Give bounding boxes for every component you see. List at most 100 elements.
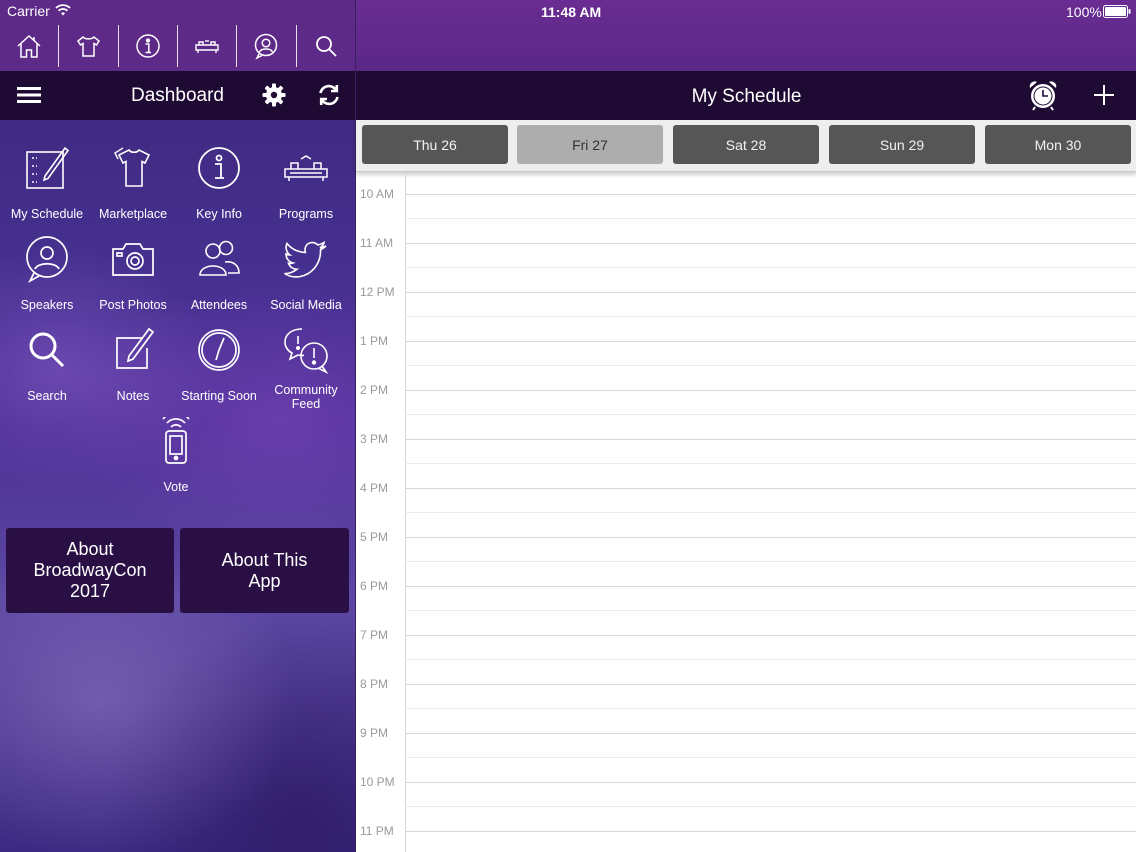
tile-label: Search bbox=[27, 389, 67, 403]
hour-label: 2 PM bbox=[360, 383, 389, 397]
day-tab-thu-26[interactable]: Thu 26 bbox=[362, 125, 508, 164]
hour-line bbox=[405, 194, 1136, 195]
half-hour-line bbox=[405, 610, 1136, 611]
notes-icon bbox=[116, 327, 155, 369]
hour-label: 12 PM bbox=[360, 285, 395, 299]
status-time: 11:48 AM bbox=[541, 4, 602, 20]
schedule-icon bbox=[26, 146, 70, 189]
hour-line bbox=[405, 439, 1136, 440]
tile-attendees[interactable]: Attendees bbox=[174, 235, 264, 325]
nav-marketplace[interactable] bbox=[59, 25, 119, 67]
tile-label: Attendees bbox=[190, 298, 248, 312]
day-tab-sun-29[interactable]: Sun 29 bbox=[829, 125, 975, 164]
gear-icon[interactable] bbox=[261, 82, 287, 108]
tile-social-media[interactable]: Social Media bbox=[261, 235, 351, 325]
nav-home[interactable] bbox=[0, 25, 60, 67]
tile-my-schedule[interactable]: My Schedule bbox=[2, 144, 92, 234]
camera-icon bbox=[112, 243, 154, 276]
hour-label: 8 PM bbox=[360, 677, 389, 691]
about-app-button[interactable]: About This App bbox=[180, 528, 349, 613]
hour-label: 6 PM bbox=[360, 579, 389, 593]
tile-notes[interactable]: Notes bbox=[88, 326, 178, 416]
tile-starting-soon[interactable]: Starting Soon bbox=[174, 326, 264, 416]
tile-label: Notes bbox=[116, 389, 150, 403]
tile-marketplace[interactable]: Marketplace bbox=[88, 144, 178, 234]
tile-vote[interactable]: Vote bbox=[131, 417, 221, 507]
attendees-icon bbox=[199, 240, 240, 276]
hour-label: 9 PM bbox=[360, 726, 389, 740]
hour-label: 10 PM bbox=[360, 775, 395, 789]
search-icon bbox=[315, 36, 337, 57]
hour-line bbox=[405, 537, 1136, 538]
programs-icon bbox=[284, 155, 328, 181]
half-hour-line bbox=[405, 170, 1136, 171]
battery-percentage: 100% bbox=[1066, 4, 1102, 20]
tile-key-info[interactable]: Key Info bbox=[174, 144, 264, 234]
hour-label: 1 PM bbox=[360, 334, 389, 348]
hour-line bbox=[405, 733, 1136, 734]
dashboard-header: Dashboard bbox=[0, 71, 355, 120]
hour-label: 10 AM bbox=[360, 187, 395, 201]
half-hour-line bbox=[405, 757, 1136, 758]
add-icon[interactable] bbox=[1092, 83, 1116, 107]
half-hour-line bbox=[405, 414, 1136, 415]
tile-programs[interactable]: Programs bbox=[261, 144, 351, 234]
dashboard-panel: Carrier Dashboard My Schedule Marketplac… bbox=[0, 0, 355, 852]
day-label: Fri 27 bbox=[572, 136, 608, 153]
half-hour-line bbox=[405, 365, 1136, 366]
vote-icon bbox=[162, 417, 190, 464]
tile-speakers[interactable]: Speakers bbox=[2, 235, 92, 325]
day-tab-fri-27[interactable]: Fri 27 bbox=[517, 125, 663, 164]
nav-search[interactable] bbox=[297, 25, 355, 67]
speaker-icon bbox=[26, 236, 68, 283]
hour-line bbox=[405, 831, 1136, 832]
info-icon bbox=[198, 147, 240, 189]
day-tab-mon-30[interactable]: Mon 30 bbox=[985, 125, 1131, 164]
half-hour-line bbox=[405, 659, 1136, 660]
hour-line bbox=[405, 390, 1136, 391]
hour-line bbox=[405, 586, 1136, 587]
day-label: Mon 30 bbox=[1034, 136, 1082, 153]
dashboard-title: Dashboard bbox=[131, 85, 224, 106]
hour-label: 11 AM bbox=[360, 236, 394, 250]
half-hour-line bbox=[405, 463, 1136, 464]
wifi-icon bbox=[55, 4, 71, 16]
half-hour-line bbox=[405, 267, 1136, 268]
alarm-clock-icon[interactable] bbox=[1027, 79, 1059, 111]
status-bar-left: Carrier bbox=[0, 0, 355, 22]
half-hour-line bbox=[405, 512, 1136, 513]
tshirt-icon bbox=[113, 147, 151, 187]
hour-line bbox=[405, 684, 1136, 685]
tile-post-photos[interactable]: Post Photos bbox=[88, 235, 178, 325]
about-broadwaycon-label: About BroadwayCon 2017 bbox=[33, 539, 147, 601]
half-hour-line bbox=[405, 708, 1136, 709]
refresh-icon[interactable] bbox=[316, 82, 342, 108]
hour-line bbox=[405, 341, 1136, 342]
about-broadwaycon-button[interactable]: About BroadwayCon 2017 bbox=[6, 528, 174, 613]
tile-search[interactable]: Search bbox=[2, 326, 92, 416]
schedule-grid[interactable]: 10 AM 11 AM 12 PM 1 PM 2 PM 3 PM 4 PM 5 PM 6 PM 7… bbox=[356, 170, 1136, 852]
hour-line bbox=[405, 488, 1136, 489]
programs-icon bbox=[195, 40, 219, 53]
day-label: Sun 29 bbox=[879, 136, 925, 153]
info-icon bbox=[136, 34, 160, 58]
tile-label: Speakers bbox=[20, 298, 74, 312]
hour-line bbox=[405, 782, 1136, 783]
twitter-icon bbox=[284, 240, 327, 278]
day-tab-sat-28[interactable]: Sat 28 bbox=[673, 125, 819, 164]
nav-info[interactable] bbox=[119, 25, 178, 67]
hour-label: 4 PM bbox=[360, 481, 389, 495]
nav-programs[interactable] bbox=[178, 25, 238, 67]
hour-label: 3 PM bbox=[360, 432, 389, 446]
day-selector: Thu 26 Fri 27 Sat 28 Sun 29 Mon 30 bbox=[356, 120, 1136, 172]
tile-community-feed[interactable]: Community Feed bbox=[261, 326, 351, 416]
tile-label: Community Feed bbox=[274, 383, 338, 411]
tile-label: Starting Soon bbox=[181, 389, 257, 403]
half-hour-line bbox=[405, 806, 1136, 807]
schedule-title: My Schedule bbox=[691, 86, 802, 107]
hour-line bbox=[405, 243, 1136, 244]
tshirt-icon bbox=[77, 35, 101, 57]
nav-speakers[interactable] bbox=[237, 25, 297, 67]
tile-label: Key Info bbox=[196, 207, 242, 221]
half-hour-line bbox=[405, 316, 1136, 317]
